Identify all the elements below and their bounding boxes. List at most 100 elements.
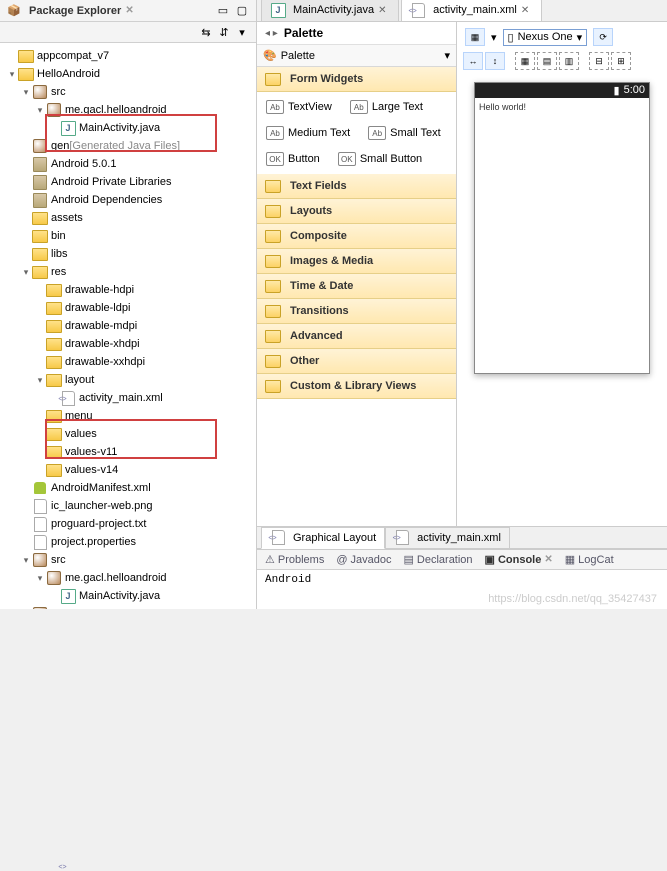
folder-icon bbox=[265, 378, 281, 394]
tree-node-menu[interactable]: menu bbox=[2, 407, 254, 425]
widget-medium-text[interactable]: AbMedium Text bbox=[261, 122, 355, 144]
palette-cat-other[interactable]: Other bbox=[257, 349, 456, 374]
tree-node-appcompat-v7[interactable]: appcompat_v7 bbox=[2, 47, 254, 65]
palette-cat-layouts[interactable]: Layouts bbox=[257, 199, 456, 224]
editor-tab-mainactivity-java[interactable]: MainActivity.java✕ bbox=[261, 0, 399, 21]
bottom-tab-graphical-layout[interactable]: Graphical Layout bbox=[261, 527, 385, 549]
console-tab-console[interactable]: ▣Console ✕ bbox=[485, 553, 553, 566]
tree-node-ic-launcher-web-png[interactable]: ic_launcher-web.png bbox=[2, 497, 254, 515]
palette-cat-advanced[interactable]: Advanced bbox=[257, 324, 456, 349]
tree-node-drawable-mdpi[interactable]: drawable-mdpi bbox=[2, 317, 254, 335]
tree-node-gen[interactable]: gen [Generated Java Files] bbox=[2, 137, 254, 155]
close-icon[interactable]: ✕ bbox=[544, 554, 552, 565]
tree-node-me-gacl-helloandroid[interactable]: ▾me.gacl.helloandroid bbox=[2, 569, 254, 587]
tree-node-src[interactable]: ▾src bbox=[2, 551, 254, 569]
console-icon: ▣ bbox=[485, 553, 495, 566]
tree-node-drawable-hdpi[interactable]: drawable-hdpi bbox=[2, 281, 254, 299]
orientation-icon[interactable]: ⟳ bbox=[593, 28, 613, 46]
tree-node-proguard-project-txt[interactable]: proguard-project.txt bbox=[2, 515, 254, 533]
palette-cat-form-widgets[interactable]: Form Widgets bbox=[257, 67, 456, 92]
tree-node-helloandroid[interactable]: ▾HelloAndroid bbox=[2, 65, 254, 83]
widget-button[interactable]: OKButton bbox=[261, 148, 325, 170]
minimize-icon[interactable]: ▭ bbox=[215, 3, 231, 19]
img-icon bbox=[32, 498, 48, 514]
folder-icon bbox=[46, 462, 62, 478]
widget-large-text[interactable]: AbLarge Text bbox=[345, 96, 428, 118]
fill-v-icon[interactable]: ↕ bbox=[485, 52, 505, 70]
palette-cat-time-date[interactable]: Time & Date bbox=[257, 274, 456, 299]
tree-node-gen[interactable]: gen [Generated Java Files] bbox=[2, 605, 254, 609]
console-tab-declaration[interactable]: ▤Declaration bbox=[404, 553, 473, 566]
close-icon[interactable]: ✕ bbox=[521, 5, 533, 16]
fill-h-icon[interactable]: ↔ bbox=[463, 52, 483, 70]
tree-node-res[interactable]: ▾res bbox=[2, 263, 254, 281]
palette-dropdown[interactable]: 🎨 Palette ▾ bbox=[257, 45, 456, 67]
tree-node-layout[interactable]: ▾layout bbox=[2, 371, 254, 389]
phone-icon: ▯ bbox=[508, 31, 514, 44]
close-icon[interactable]: ✕ bbox=[378, 5, 390, 16]
tree-node-bin[interactable]: bin bbox=[2, 227, 254, 245]
editor-tab-activity-main-xml[interactable]: activity_main.xml✕ bbox=[401, 0, 542, 21]
tree-node-values-v11[interactable]: values-v11 bbox=[2, 443, 254, 461]
twistie-open-icon[interactable]: ▾ bbox=[20, 267, 32, 278]
nav-arrows-icon[interactable]: ◂ ▸ bbox=[265, 28, 278, 39]
tree-node-android-private-libraries[interactable]: Android Private Libraries bbox=[2, 173, 254, 191]
layout-opt2-icon[interactable]: ▤ bbox=[537, 52, 557, 70]
device-selector[interactable]: ▯ Nexus One ▾ bbox=[503, 29, 588, 46]
tree-node-values[interactable]: values bbox=[2, 425, 254, 443]
twistie-open-icon[interactable]: ▾ bbox=[34, 375, 46, 386]
twistie-open-icon[interactable]: ▾ bbox=[20, 87, 32, 98]
link-editor-icon[interactable]: ⇵ bbox=[216, 24, 232, 40]
tree-label: drawable-xxhdpi bbox=[65, 356, 145, 368]
layout-editor: ◂ ▸ Palette 🎨 Palette ▾ Form Widgets AbTe… bbox=[257, 22, 667, 526]
console-tab-javadoc[interactable]: @Javadoc bbox=[336, 553, 391, 566]
tree-node-drawable-xxhdpi[interactable]: drawable-xxhdpi bbox=[2, 353, 254, 371]
tree-node-activity-main-xml[interactable]: activity_main.xml bbox=[2, 389, 254, 407]
palette-cat-images-media[interactable]: Images & Media bbox=[257, 249, 456, 274]
tree-node-mainactivity-java[interactable]: MainActivity.java bbox=[2, 119, 254, 137]
twistie-open-icon[interactable]: ▾ bbox=[34, 573, 46, 584]
palette-cat-custom-library-views[interactable]: Custom & Library Views bbox=[257, 374, 456, 399]
tree-node-mainactivity-java[interactable]: MainActivity.java bbox=[2, 587, 254, 605]
zoom-out-icon[interactable]: ⊟ bbox=[589, 52, 609, 70]
widget-small-button[interactable]: OKSmall Button bbox=[333, 148, 427, 170]
layout-opt1-icon[interactable]: ▦ bbox=[515, 52, 535, 70]
palette-header: ◂ ▸ Palette bbox=[257, 22, 456, 45]
palette-cat-label: Images & Media bbox=[290, 255, 373, 267]
tree-node-me-gacl-helloandroid[interactable]: ▾me.gacl.helloandroid bbox=[2, 101, 254, 119]
tree-label: drawable-hdpi bbox=[65, 284, 134, 296]
layout-opt3-icon[interactable]: ▥ bbox=[559, 52, 579, 70]
view-menu-icon[interactable]: ▾ bbox=[234, 24, 250, 40]
tree-node-android-5-0-1[interactable]: Android 5.0.1 bbox=[2, 155, 254, 173]
tree-node-libs[interactable]: libs bbox=[2, 245, 254, 263]
widget-small-text[interactable]: AbSmall Text bbox=[363, 122, 446, 144]
twistie-open-icon[interactable]: ▾ bbox=[34, 105, 46, 116]
collapse-all-icon[interactable]: ⇆ bbox=[198, 24, 214, 40]
console-tab-problems[interactable]: ⚠Problems bbox=[265, 553, 324, 566]
tree-node-values-v14[interactable]: values-v14 bbox=[2, 461, 254, 479]
tree-label: values-v11 bbox=[65, 446, 117, 458]
tree-node-drawable-xhdpi[interactable]: drawable-xhdpi bbox=[2, 335, 254, 353]
tree-node-androidmanifest-xml[interactable]: AndroidManifest.xml bbox=[2, 479, 254, 497]
console-tab-logcat[interactable]: ▦LogCat bbox=[565, 553, 614, 566]
palette-cat-text-fields[interactable]: Text Fields bbox=[257, 174, 456, 199]
twistie-open-icon[interactable]: ▾ bbox=[6, 69, 18, 80]
tree-node-assets[interactable]: assets bbox=[2, 209, 254, 227]
close-icon[interactable]: ✕ bbox=[125, 5, 133, 16]
maximize-icon[interactable]: ▢ bbox=[234, 3, 250, 19]
config-icon[interactable]: ▦ bbox=[465, 28, 485, 46]
palette-cat-composite[interactable]: Composite bbox=[257, 224, 456, 249]
config-dropdown-icon[interactable]: ▾ bbox=[491, 31, 497, 44]
tree-node-drawable-ldpi[interactable]: drawable-ldpi bbox=[2, 299, 254, 317]
bottom-tab-activity-main-xml[interactable]: activity_main.xml bbox=[385, 527, 510, 549]
tree-node-src[interactable]: ▾ src bbox=[2, 83, 254, 101]
tree-node-android-dependencies[interactable]: Android Dependencies bbox=[2, 191, 254, 209]
project-tree[interactable]: appcompat_v7▾HelloAndroid▾src▾me.gacl.he… bbox=[0, 43, 256, 609]
tree-label: src bbox=[51, 86, 66, 98]
tree-node-project-properties[interactable]: project.properties bbox=[2, 533, 254, 551]
widget-textview[interactable]: AbTextView bbox=[261, 96, 337, 118]
device-preview[interactable]: ▮ 5:00 Hello world! bbox=[474, 82, 650, 374]
palette-cat-transitions[interactable]: Transitions bbox=[257, 299, 456, 324]
zoom-in-icon[interactable]: ⊞ bbox=[611, 52, 631, 70]
twistie-open-icon[interactable]: ▾ bbox=[20, 555, 32, 566]
